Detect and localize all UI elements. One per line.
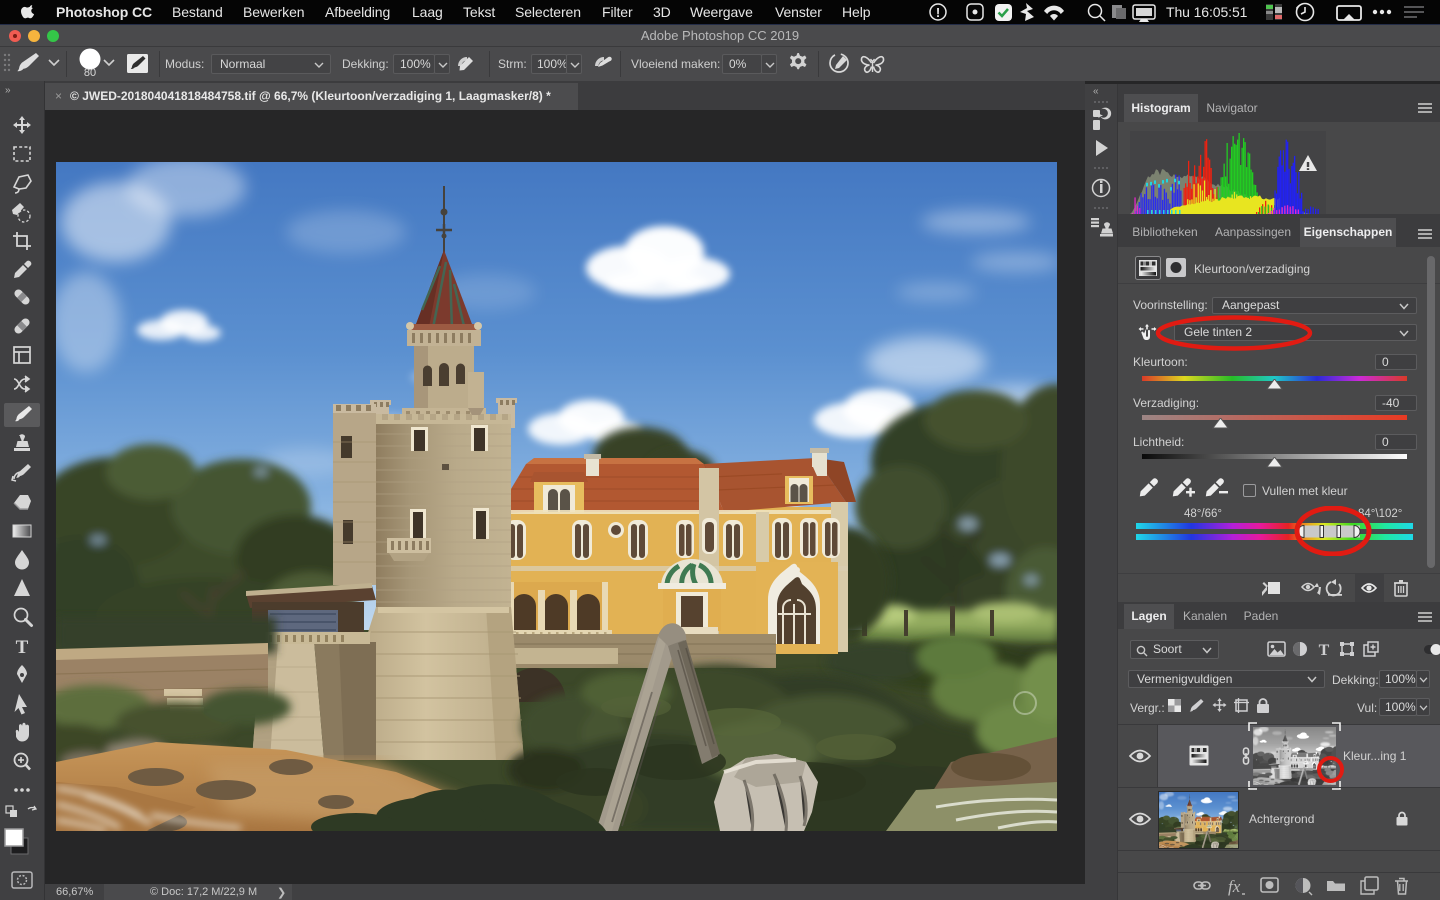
- svg-text:»: »: [5, 85, 11, 96]
- svg-text:80: 80: [84, 67, 96, 79]
- svg-text:!: !: [936, 5, 940, 20]
- svg-text:«: «: [1093, 86, 1099, 97]
- svg-text:fx: fx: [1228, 877, 1241, 896]
- svg-text:T: T: [1319, 642, 1330, 659]
- svg-text:T: T: [16, 637, 29, 658]
